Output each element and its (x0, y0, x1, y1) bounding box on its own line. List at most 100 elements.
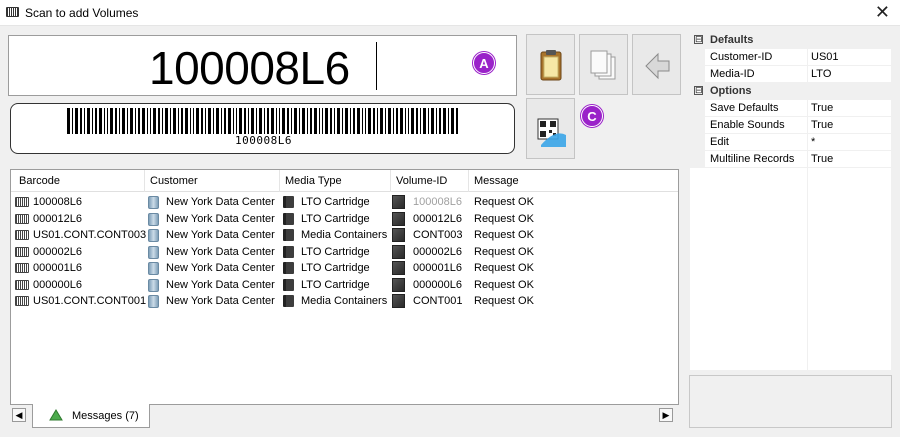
collapse-icon[interactable]: ⊟ (694, 86, 703, 95)
volume-icon (392, 277, 405, 292)
cell-message: Request OK (474, 278, 534, 291)
tape-cartridge-icon (283, 278, 294, 291)
table-row[interactable]: US01.CONT.CONT003 New York Data Center Med… (11, 227, 678, 243)
scan-input[interactable]: 100008L6 (8, 35, 517, 96)
scan-input-value: 100008L6 (149, 42, 350, 94)
annotation-badge-a: A (473, 52, 495, 74)
tape-cartridge-icon (283, 212, 294, 225)
qr-scan-button[interactable] (526, 98, 575, 159)
server-icon (148, 196, 159, 209)
window-title: Scan to add Volumes (25, 6, 139, 20)
copy-icon (590, 50, 616, 80)
server-icon (148, 278, 159, 292)
cell-customer: New York Data Center (166, 245, 275, 258)
property-value[interactable]: True (811, 119, 833, 131)
column-header-message[interactable]: Message (474, 175, 519, 187)
cell-volume-id: 100008L6 (413, 196, 462, 208)
cell-media-type: LTO Cartridge (301, 212, 370, 225)
cell-customer: New York Data Center (166, 196, 275, 208)
property-name: Edit (710, 136, 729, 148)
property-description-panel (689, 375, 892, 428)
cell-volume-id: 000012L6 (413, 212, 462, 225)
category-defaults[interactable]: ⊟ Defaults (690, 32, 893, 49)
barcode-icon (15, 230, 29, 240)
barcode-icon (15, 279, 29, 290)
cell-media-type: Media Containers (301, 295, 388, 307)
tab-strip: ◀ Messages (7) ▶ (10, 404, 679, 430)
property-value[interactable]: True (811, 153, 833, 165)
cell-volume-id: CONT003 (413, 229, 463, 241)
server-icon (148, 245, 159, 259)
clipboard-icon (540, 50, 562, 81)
column-header-volume-id[interactable]: Volume-ID (396, 175, 447, 187)
column-header-customer[interactable]: Customer (150, 175, 198, 187)
table-row[interactable]: 000002L6 New York Data Center LTO Cartridg… (11, 244, 678, 260)
server-icon (148, 295, 159, 308)
barcode-preview: 100008L6 (10, 103, 515, 154)
barcode-icon (15, 263, 29, 273)
paste-button[interactable] (526, 34, 575, 95)
tape-cartridge-icon (283, 262, 294, 274)
property-row-save-defaults[interactable]: Save Defaults True (690, 100, 893, 117)
property-name: Multiline Records (710, 153, 795, 165)
cell-message: Request OK (474, 229, 534, 241)
barcode-icon (15, 246, 29, 257)
server-icon (148, 262, 159, 275)
property-value[interactable]: US01 (811, 51, 839, 63)
cell-customer: New York Data Center (166, 212, 275, 225)
cell-barcode: 100008L6 (33, 196, 82, 208)
property-row-edit[interactable]: Edit * (690, 134, 893, 151)
cell-customer: New York Data Center (166, 229, 275, 241)
table-row[interactable]: 000001L6 New York Data Center LTO Cartridg… (11, 260, 678, 276)
property-grid[interactable]: ⊟ Defaults Customer-ID US01 Media-ID LTO… (689, 31, 893, 372)
property-value[interactable]: True (811, 102, 833, 114)
cell-media-type: LTO Cartridge (301, 262, 370, 274)
tape-cartridge-icon (283, 196, 294, 208)
cell-volume-id: 000001L6 (413, 262, 462, 274)
volume-icon (392, 244, 405, 259)
copy-button[interactable] (579, 34, 628, 95)
volume-icon (392, 211, 405, 226)
cell-media-type: LTO Cartridge (301, 278, 370, 291)
cell-volume-id: 000002L6 (413, 245, 462, 258)
scroll-left-icon[interactable]: ◀ (12, 408, 26, 422)
results-list[interactable]: Barcode Customer Media Type Volume-ID Me… (10, 169, 679, 405)
qr-code-icon (537, 118, 566, 147)
column-header-barcode[interactable]: Barcode (19, 175, 60, 187)
property-name: Enable Sounds (710, 119, 785, 131)
cell-barcode: 000001L6 (33, 262, 82, 274)
property-name: Media-ID (710, 68, 755, 80)
cell-barcode: US01.CONT.CONT001 (33, 295, 147, 307)
title-bar: Scan to add Volumes ✕ (0, 0, 900, 26)
property-row-enable-sounds[interactable]: Enable Sounds True (690, 117, 893, 134)
cell-volume-id: 000000L6 (413, 278, 462, 291)
scroll-right-icon[interactable]: ▶ (659, 408, 673, 422)
table-row[interactable]: 000012L6 New York Data Center LTO Cartridg… (11, 211, 678, 227)
property-value[interactable]: LTO (811, 68, 831, 80)
table-row[interactable]: US01.CONT.CONT001 New York Data Center Med… (11, 293, 678, 309)
category-label: Defaults (710, 34, 754, 46)
back-button[interactable] (632, 34, 681, 95)
property-row-customer-id[interactable]: Customer-ID US01 (690, 49, 893, 66)
cell-customer: New York Data Center (166, 295, 275, 307)
volume-icon (392, 228, 405, 242)
text-caret (376, 42, 377, 90)
volume-icon (392, 195, 405, 209)
cell-volume-id: CONT001 (413, 295, 463, 307)
cell-message: Request OK (474, 295, 534, 307)
tab-messages[interactable]: Messages (7) (32, 404, 150, 428)
column-header-media-type[interactable]: Media Type (285, 175, 342, 187)
property-row-multiline-records[interactable]: Multiline Records True (690, 151, 893, 168)
table-row[interactable]: 000000L6 New York Data Center LTO Cartridg… (11, 277, 678, 293)
property-row-media-id[interactable]: Media-ID LTO (690, 66, 893, 83)
close-icon[interactable]: ✕ (875, 2, 890, 22)
table-row[interactable]: 100008L6 New York Data Center LTO Cartridg… (11, 194, 678, 210)
barcode-text: 100008L6 (235, 134, 292, 147)
volume-icon (392, 261, 405, 275)
barcode-bars (67, 108, 458, 134)
collapse-icon[interactable]: ⊟ (694, 35, 703, 44)
property-value[interactable]: * (811, 136, 815, 148)
tab-messages-label: Messages (7) (72, 410, 139, 422)
category-options[interactable]: ⊟ Options (690, 83, 893, 100)
cell-message: Request OK (474, 262, 534, 274)
